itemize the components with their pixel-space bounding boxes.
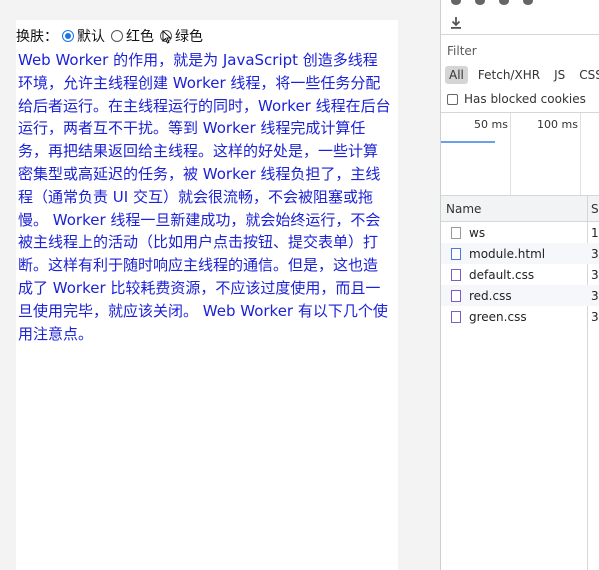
page-panel: 换肤： 默认 红色 绿色 Web Worker 的作用，就是为 JavaScri… [16, 20, 398, 570]
request-name: ws [469, 225, 486, 240]
theme-option-default[interactable]: 默认 [62, 26, 105, 46]
theme-option-label: 默认 [77, 29, 105, 45]
filter-input[interactable]: Filter [447, 44, 477, 58]
css-file-icon [451, 268, 461, 281]
resource-type-filter: All Fetch/XHR JS CSS [445, 66, 599, 84]
request-name: red.css [469, 288, 512, 303]
network-timeline[interactable]: 50 ms 100 ms [441, 113, 599, 195]
css-file-icon [451, 289, 461, 302]
requests-table-header: Name S [441, 196, 599, 222]
filter-chip-js[interactable]: JS [550, 66, 569, 84]
file-icon [451, 226, 461, 239]
filter-chip-css[interactable]: CSS [575, 66, 599, 84]
css-file-icon [451, 310, 461, 323]
html-file-icon [451, 247, 461, 260]
timeline-gridline [580, 113, 581, 195]
request-status: 3 [591, 309, 599, 324]
request-name: module.html [469, 246, 546, 261]
checkbox-icon[interactable] [447, 93, 458, 105]
timeline-tick: 100 ms [537, 118, 578, 131]
request-row[interactable]: green.css 3 [441, 306, 599, 327]
radio-icon[interactable] [111, 30, 123, 42]
request-row[interactable]: default.css 3 [441, 264, 599, 285]
column-header-name[interactable]: Name [446, 202, 481, 216]
request-row[interactable]: module.html 3 [441, 243, 599, 264]
article-text: Web Worker 的作用，就是为 JavaScript 创造多线程环境，允许… [18, 51, 391, 343]
record-icon[interactable] [451, 0, 461, 5]
mouse-cursor-icon [162, 30, 172, 44]
timeline-request-bar [441, 141, 495, 143]
column-header-status[interactable]: S [591, 202, 599, 216]
request-name: green.css [469, 309, 527, 324]
devtools-network-panel: Filter All Fetch/XHR JS CSS Has blocked … [440, 0, 599, 570]
filter-icon[interactable] [499, 0, 509, 5]
theme-option-label: 红色 [126, 29, 154, 45]
request-row[interactable]: ws 1 [441, 222, 599, 243]
clear-icon[interactable] [475, 0, 485, 5]
request-status: 3 [591, 246, 599, 261]
filter-chip-fetch-xhr[interactable]: Fetch/XHR [474, 66, 544, 84]
divider [441, 34, 599, 35]
request-status: 3 [591, 267, 599, 282]
blocked-cookies-toggle[interactable]: Has blocked cookies [447, 92, 586, 106]
browser-window: 换肤： 默认 红色 绿色 Web Worker 的作用，就是为 JavaScri… [0, 0, 599, 570]
theme-switcher: 换肤： 默认 红色 绿色 [16, 27, 209, 45]
request-name: default.css [469, 267, 535, 282]
timeline-tick: 50 ms [474, 118, 508, 131]
devtools-top-toolbar [441, 0, 599, 14]
theme-option-red[interactable]: 红色 [111, 26, 154, 46]
download-icon[interactable] [449, 14, 463, 32]
radio-checked-icon[interactable] [62, 30, 74, 42]
search-icon[interactable] [523, 0, 533, 5]
timeline-gridline [510, 113, 511, 195]
request-status: 1 [591, 225, 599, 240]
theme-label: 换肤： [16, 29, 58, 45]
theme-option-label: 绿色 [175, 29, 203, 45]
request-status: 3 [591, 288, 599, 303]
requests-list: ws 1 module.html 3 default.css 3 red.css… [441, 222, 599, 327]
filter-chip-all[interactable]: All [445, 66, 468, 84]
blocked-cookies-label: Has blocked cookies [464, 92, 586, 106]
request-row[interactable]: red.css 3 [441, 285, 599, 306]
